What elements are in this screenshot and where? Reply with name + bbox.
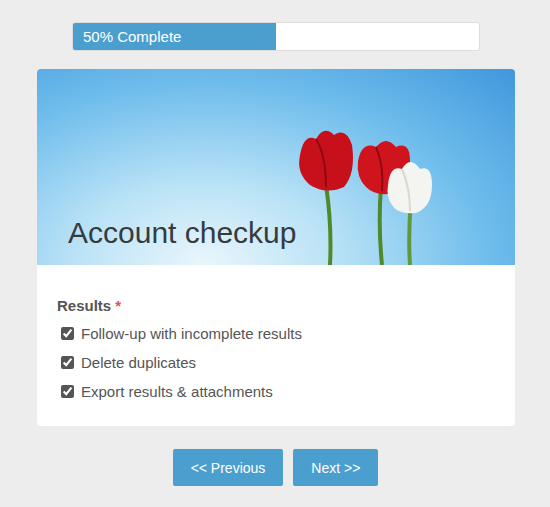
nav-button[interactable]: Next >> [293,449,378,486]
tulips-icon [286,125,446,265]
survey-page: 50% Complete Account checkup Results * Foll… [0,0,550,507]
card-title: Account checkup [68,215,296,251]
nav-button[interactable]: << Previous [173,449,284,486]
checkbox[interactable] [61,327,74,340]
checkbox-option[interactable]: Follow-up with incomplete results [57,319,495,348]
question-card: Account checkup Results * Follow-up with i… [37,69,515,426]
question-body: Results * Follow-up with incomplete resul… [37,265,515,426]
option-label: Follow-up with incomplete results [81,325,302,342]
navigation-buttons: << PreviousNext >> [0,449,550,486]
option-label: Export results & attachments [81,383,273,400]
progress-fill: 50% Complete [73,23,276,50]
checkbox[interactable] [61,356,74,369]
option-label: Delete duplicates [81,354,196,371]
header-image: Account checkup [37,69,515,265]
checkbox-option[interactable]: Export results & attachments [57,377,495,406]
progress-label: 50% Complete [73,28,181,45]
checkbox[interactable] [61,385,74,398]
progress-bar: 50% Complete [72,22,480,51]
required-mark: * [115,297,121,314]
checkbox-option[interactable]: Delete duplicates [57,348,495,377]
question-label: Results * [57,296,495,316]
